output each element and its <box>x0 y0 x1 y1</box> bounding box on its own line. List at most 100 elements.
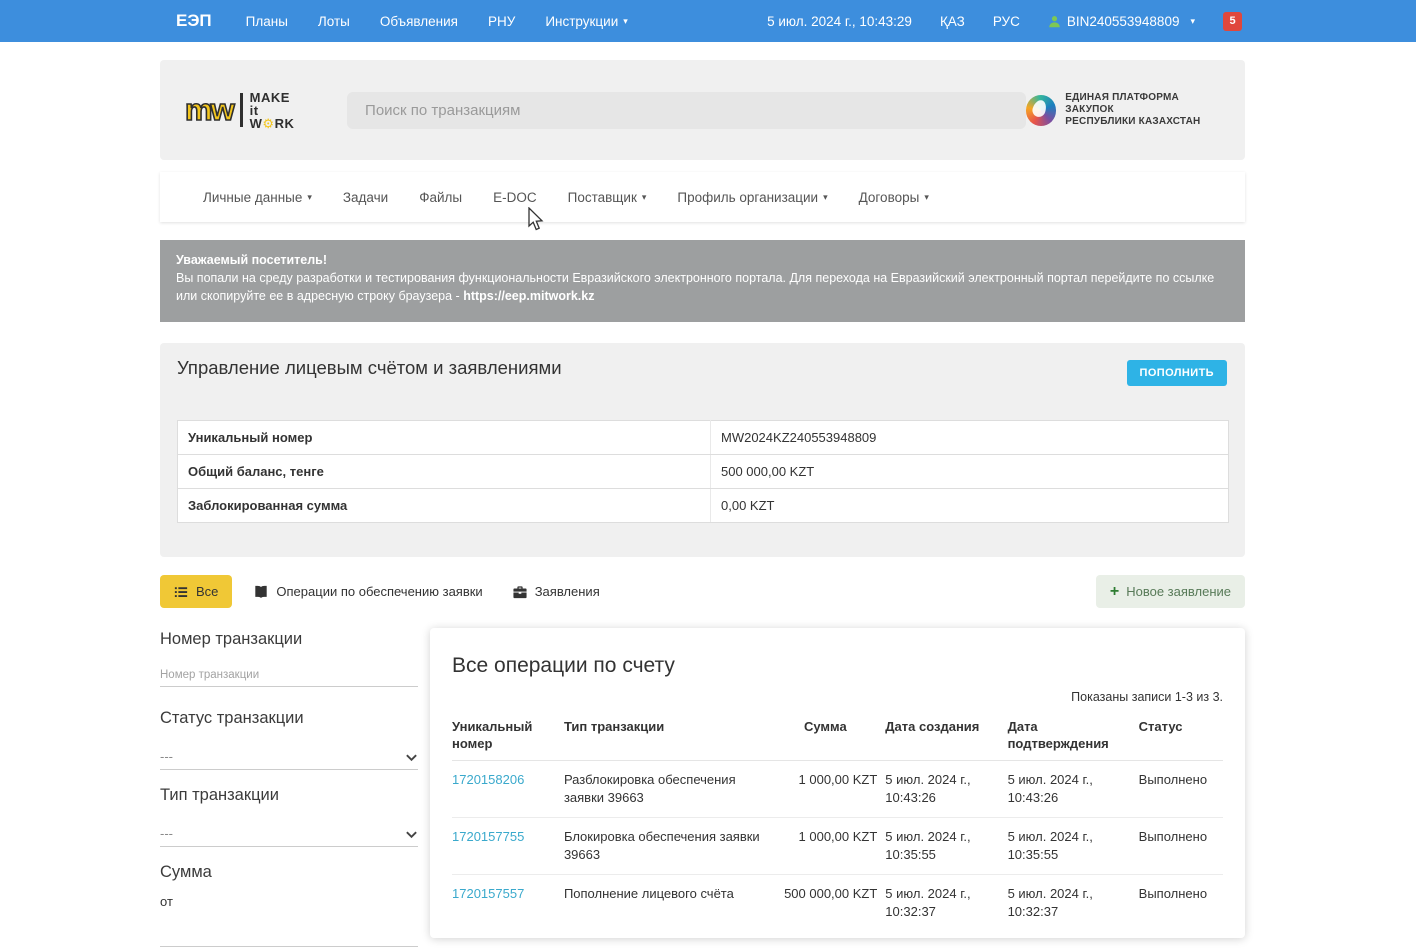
notification-badge[interactable]: 5 <box>1223 12 1242 31</box>
operations-table: Уникальный номер Тип транзакции Сумма Да… <box>452 710 1223 931</box>
account-row-label: Общий баланс, тенге <box>178 455 711 489</box>
table-row: 1720157755 Блокировка обеспечения заявки… <box>452 818 1223 875</box>
account-row-value: MW2024KZ240553948809 <box>711 421 1229 455</box>
transaction-amount: 500 000,00 KZT <box>776 875 885 932</box>
chevron-down-icon: ▾ <box>1190 16 1195 27</box>
tab-apps-label: Заявления <box>535 584 600 599</box>
table-row: Общий баланс, тенге 500 000,00 KZT <box>178 455 1229 489</box>
chevron-down-icon: ▾ <box>307 192 312 203</box>
account-section-title: Управление лицевым счётом и заявлениями <box>177 357 562 379</box>
type-select-value: --- <box>160 826 173 841</box>
col-status: Статус <box>1139 710 1223 761</box>
filter-amount-label: Сумма <box>160 863 418 882</box>
datetime-label: 5 июл. 2024 г., 10:43:29 <box>767 14 912 29</box>
nav-files[interactable]: Файлы <box>419 190 462 205</box>
transaction-number-input[interactable] <box>160 661 418 687</box>
nav-tasks[interactable]: Задачи <box>343 190 388 205</box>
nav-org-profile[interactable]: Профиль организации▾ <box>677 190 827 205</box>
account-row-value: 500 000,00 KZT <box>711 455 1229 489</box>
operations-panel: Все операции по счету Показаны записи 1-… <box>430 628 1245 938</box>
col-transaction-type: Тип транзакции <box>564 710 776 761</box>
transactions-tabs: Все Операции по обеспечению заявки Заявл… <box>160 575 1245 608</box>
status-badge: Выполнено <box>1139 818 1223 875</box>
user-menu[interactable]: BIN240553948809 ▾ <box>1048 14 1195 29</box>
topup-button[interactable]: ПОПОЛНИТЬ <box>1127 360 1227 386</box>
created-datetime: 5 июл. 2024 г.,10:35:55 <box>885 818 1007 875</box>
status-select-value: --- <box>160 749 173 764</box>
nav-contracts[interactable]: Договоры▾ <box>859 190 929 205</box>
new-application-button[interactable]: + Новое заявление <box>1096 575 1245 608</box>
transaction-id-link[interactable]: 1720158206 <box>452 772 524 787</box>
plus-icon: + <box>1110 585 1119 599</box>
transaction-type: Пополнение лицевого счёта <box>564 875 776 932</box>
account-summary-table: Уникальный номер MW2024KZ240553948809 Об… <box>177 420 1229 523</box>
account-management-card: Управление лицевым счётом и заявлениями … <box>160 343 1245 557</box>
amount-from-input[interactable] <box>160 921 418 947</box>
transaction-type-select[interactable]: --- <box>160 819 418 847</box>
notice-title: Уважаемый посетитель! <box>176 251 1229 269</box>
tab-bid-security-operations[interactable]: Операции по обеспечению заявки <box>254 584 482 599</box>
topnav: Планы Лоты Объявления РНУ Инструкции▾ <box>246 14 628 29</box>
chevron-down-icon: ▾ <box>623 16 628 27</box>
col-amount: Сумма <box>776 710 885 761</box>
tab-all-label: Все <box>196 584 218 599</box>
list-icon <box>174 585 188 599</box>
logo-work-label: W⚙RK <box>250 116 295 131</box>
status-badge: Выполнено <box>1139 875 1223 932</box>
lang-rus-link[interactable]: РУС <box>993 14 1020 29</box>
confirmed-datetime: 5 июл. 2024 г.,10:35:55 <box>1008 818 1139 875</box>
transaction-status-select[interactable]: --- <box>160 742 418 770</box>
chevron-down-icon <box>405 751 418 764</box>
transaction-type: Блокировка обеспечения заявки 39663 <box>564 818 776 875</box>
topbar: ЕЭП Планы Лоты Объявления РНУ Инструкции… <box>0 0 1416 42</box>
nav-edoc[interactable]: E-DOC <box>493 190 537 205</box>
account-row-value: 0,00 KZT <box>711 489 1229 523</box>
platform-logo-text: ЕДИНАЯ ПЛАТФОРМА ЗАКУПОК РЕСПУБЛИКИ КАЗА… <box>1065 92 1229 128</box>
chevron-down-icon: ▾ <box>642 192 647 203</box>
col-unique-number: Уникальный номер <box>452 710 564 761</box>
chevron-down-icon: ▾ <box>924 192 929 203</box>
user-icon <box>1048 15 1061 28</box>
table-row: Заблокированная сумма 0,00 KZT <box>178 489 1229 523</box>
chevron-down-icon <box>405 828 418 841</box>
operations-title: Все операции по счету <box>452 654 1223 678</box>
book-icon <box>254 585 268 599</box>
main-navbar: Личные данные▾ Задачи Файлы E-DOC Постав… <box>160 172 1245 222</box>
test-environment-notice: Уважаемый посетитель! Вы попали на среду… <box>160 240 1245 322</box>
logo-text: MAKE it W⚙RK <box>250 91 302 130</box>
transaction-id-link[interactable]: 1720157755 <box>452 829 524 844</box>
nav-personal-data[interactable]: Личные данные▾ <box>203 190 312 205</box>
tab-all[interactable]: Все <box>160 575 232 608</box>
makeitwork-logo: mw MAKE it W⚙RK <box>185 91 302 130</box>
filter-status-label: Статус транзакции <box>160 709 418 728</box>
transaction-id-link[interactable]: 1720157557 <box>452 886 524 901</box>
topbar-right: 5 июл. 2024 г., 10:43:29 ҚАЗ РУС BIN2405… <box>767 12 1242 31</box>
created-datetime: 5 июл. 2024 г.,10:43:26 <box>885 761 1007 818</box>
topnav-item-announcements[interactable]: Объявления <box>380 14 458 29</box>
account-row-label: Уникальный номер <box>178 421 711 455</box>
logo-make-label: MAKE it <box>250 90 290 118</box>
confirmed-datetime: 5 июл. 2024 г.,10:32:37 <box>1008 875 1139 932</box>
tab-applications[interactable]: Заявления <box>513 584 600 599</box>
filter-number-label: Номер транзакции <box>160 630 418 649</box>
created-datetime: 5 июл. 2024 г.,10:32:37 <box>885 875 1007 932</box>
table-row: 1720158206 Разблокировка обеспечения зая… <box>452 761 1223 818</box>
nav-supplier[interactable]: Поставщик▾ <box>568 190 647 205</box>
topnav-item-rnu[interactable]: РНУ <box>488 14 515 29</box>
logo-divider <box>240 93 243 127</box>
user-bin-label: BIN240553948809 <box>1067 14 1180 29</box>
topnav-item-lots[interactable]: Лоты <box>318 14 350 29</box>
col-confirmed-date: Дата подтверждения <box>1008 710 1139 761</box>
brand-eep[interactable]: ЕЭП <box>176 11 212 31</box>
new-application-label: Новое заявление <box>1126 584 1231 599</box>
account-row-label: Заблокированная сумма <box>178 489 711 523</box>
topnav-item-instructions[interactable]: Инструкции▾ <box>545 14 627 29</box>
transaction-amount: 1 000,00 KZT <box>776 761 885 818</box>
header-card: mw MAKE it W⚙RK ЕДИНАЯ ПЛАТФОРМА ЗАКУПОК… <box>160 60 1245 160</box>
search-input[interactable] <box>347 92 1026 129</box>
topnav-item-plans[interactable]: Планы <box>246 14 288 29</box>
col-created-date: Дата создания <box>885 710 1007 761</box>
notice-body: Вы попали на среду разработки и тестиров… <box>176 269 1229 305</box>
eep-portal-link[interactable]: https://eep.mitwork.kz <box>463 289 594 303</box>
lang-kaz-link[interactable]: ҚАЗ <box>940 14 965 29</box>
